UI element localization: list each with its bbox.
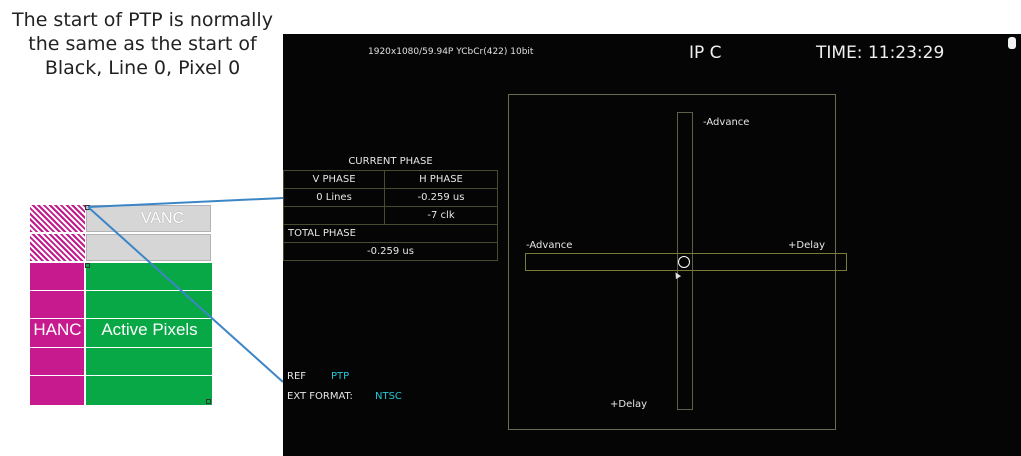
line-divider: [30, 290, 212, 291]
waveform-monitor-screen: 1920x1080/59.94P YCbCr(422) 10bit IP C T…: [283, 34, 1021, 456]
caption-line-1: The start of PTP is normally: [12, 9, 273, 31]
v-phase-empty: [283, 206, 385, 225]
active-end-marker: [206, 399, 211, 404]
active-pixels-label: Active Pixels: [101, 320, 198, 339]
caption-line-3: Black, Line 0, Pixel 0: [44, 57, 241, 79]
h-phase-header: H PHASE: [384, 170, 498, 189]
h-phase-clk-value: -7 clk: [384, 206, 498, 225]
line-divider: [30, 375, 212, 376]
line0-pixel0-marker: [85, 205, 90, 210]
line-divider: [30, 347, 212, 348]
total-phase-value: -0.259 us: [283, 242, 498, 261]
time-display: TIME: 11:23:29: [816, 43, 945, 63]
ext-format-value: NTSC: [375, 391, 402, 402]
signal-format: 1920x1080/59.94P YCbCr(422) 10bit: [368, 47, 534, 57]
phase-table: CURRENT PHASE V PHASE H PHASE 0 Lines -0…: [283, 153, 498, 261]
status-indicator-icon: [1008, 37, 1016, 49]
v-phase-value: 0 Lines: [283, 188, 385, 207]
v-phase-header: V PHASE: [283, 170, 385, 189]
h-phase-us-value: -0.259 us: [384, 188, 498, 207]
top-advance-label: -Advance: [703, 117, 750, 128]
active-start-marker: [85, 263, 90, 268]
right-delay-label: +Delay: [788, 240, 826, 251]
video-frame-diagram: VANC HANC Active Pixels: [30, 205, 212, 405]
bottom-delay-label: +Delay: [610, 399, 648, 410]
ref-label: REF: [287, 371, 307, 382]
input-indicator: IP C: [689, 43, 722, 63]
total-phase-header: TOTAL PHASE: [283, 224, 498, 243]
left-advance-label: -Advance: [526, 240, 573, 251]
vanc-region-bottom: [86, 234, 211, 261]
vanc-label: VANC: [140, 210, 185, 227]
caption: The start of PTP is normally the same as…: [0, 8, 285, 80]
phase-marker-circle: [678, 256, 690, 268]
hanc-label: HANC: [33, 320, 82, 339]
ext-format-label: EXT FORMAT:: [287, 391, 353, 402]
ref-value: PTP: [331, 371, 350, 382]
phase-table-title: CURRENT PHASE: [348, 156, 433, 167]
vanc-hanc-corner-top: [30, 205, 85, 232]
vanc-hanc-corner-bottom: [30, 234, 85, 261]
caption-line-2: the same as the start of: [28, 33, 257, 55]
